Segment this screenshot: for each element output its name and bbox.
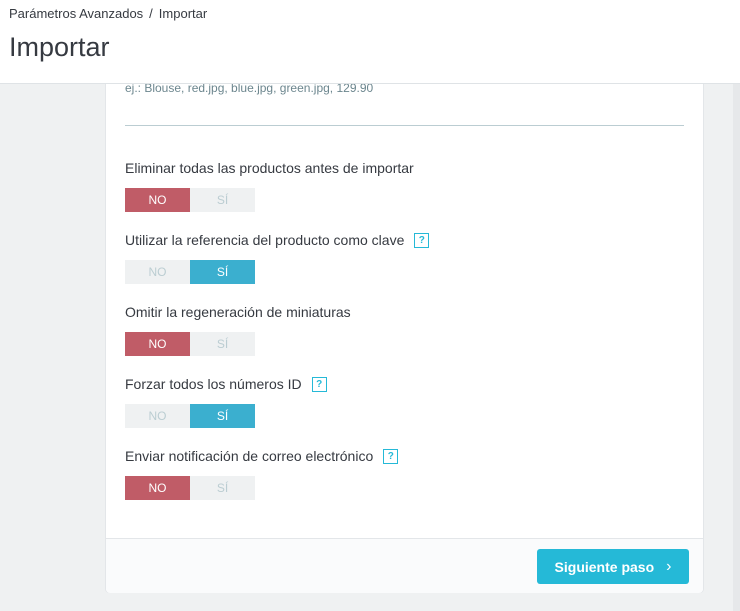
switch-no-option[interactable]: NO (125, 332, 190, 356)
use-reference-switch[interactable]: NO SÍ (125, 260, 255, 284)
field-send-email: Enviar notificación de correo electrónic… (125, 447, 399, 500)
field-label: Eliminar todas las productos antes de im… (125, 160, 414, 176)
field-force-ids: Forzar todos los números ID? NO SÍ (125, 375, 327, 428)
next-step-button[interactable]: Siguiente paso › (537, 549, 689, 584)
help-icon[interactable]: ? (414, 232, 430, 248)
switch-no-option[interactable]: NO (125, 476, 190, 500)
field-label: Utilizar la referencia del producto como… (125, 232, 405, 248)
switch-yes-option[interactable]: SÍ (190, 332, 255, 356)
switch-no-option[interactable]: NO (125, 260, 190, 284)
delete-products-switch[interactable]: NO SÍ (125, 188, 255, 212)
card-footer: Siguiente paso › (106, 538, 703, 593)
switch-yes-option[interactable]: SÍ (190, 260, 255, 284)
force-ids-switch[interactable]: NO SÍ (125, 404, 255, 428)
import-options-card: ej.: Blouse, red.jpg, blue.jpg, green.jp… (105, 60, 704, 593)
send-email-switch[interactable]: NO SÍ (125, 476, 255, 500)
page-header: Parámetros Avanzados / Importar Importar (0, 0, 740, 84)
scrollbar-track[interactable] (733, 84, 740, 611)
field-label: Enviar notificación de correo electrónic… (125, 448, 374, 464)
breadcrumb-separator: / (149, 6, 153, 21)
switch-yes-option[interactable]: SÍ (190, 188, 255, 212)
breadcrumb-current: Importar (158, 6, 208, 21)
help-icon[interactable]: ? (311, 376, 327, 392)
field-delete-products: Eliminar todas las productos antes de im… (125, 159, 414, 212)
skip-thumbnails-switch[interactable]: NO SÍ (125, 332, 255, 356)
chevron-right-icon: › (666, 557, 672, 575)
breadcrumb-parent-link[interactable]: Parámetros Avanzados (9, 6, 143, 21)
switch-no-option[interactable]: NO (125, 188, 190, 212)
next-step-label: Siguiente paso (554, 558, 655, 575)
field-skip-thumbnails: Omitir la regeneración de miniaturas NO … (125, 303, 351, 356)
page-title: Importar (9, 32, 110, 62)
breadcrumb: Parámetros Avanzados / Importar (9, 6, 207, 21)
section-divider (125, 125, 684, 126)
switch-yes-option[interactable]: SÍ (190, 404, 255, 428)
field-use-reference-as-key: Utilizar la referencia del producto como… (125, 231, 430, 284)
help-icon[interactable]: ? (383, 448, 399, 464)
field-label: Forzar todos los números ID (125, 376, 302, 392)
field-label: Omitir la regeneración de miniaturas (125, 304, 351, 320)
switch-no-option[interactable]: NO (125, 404, 190, 428)
switch-yes-option[interactable]: SÍ (190, 476, 255, 500)
